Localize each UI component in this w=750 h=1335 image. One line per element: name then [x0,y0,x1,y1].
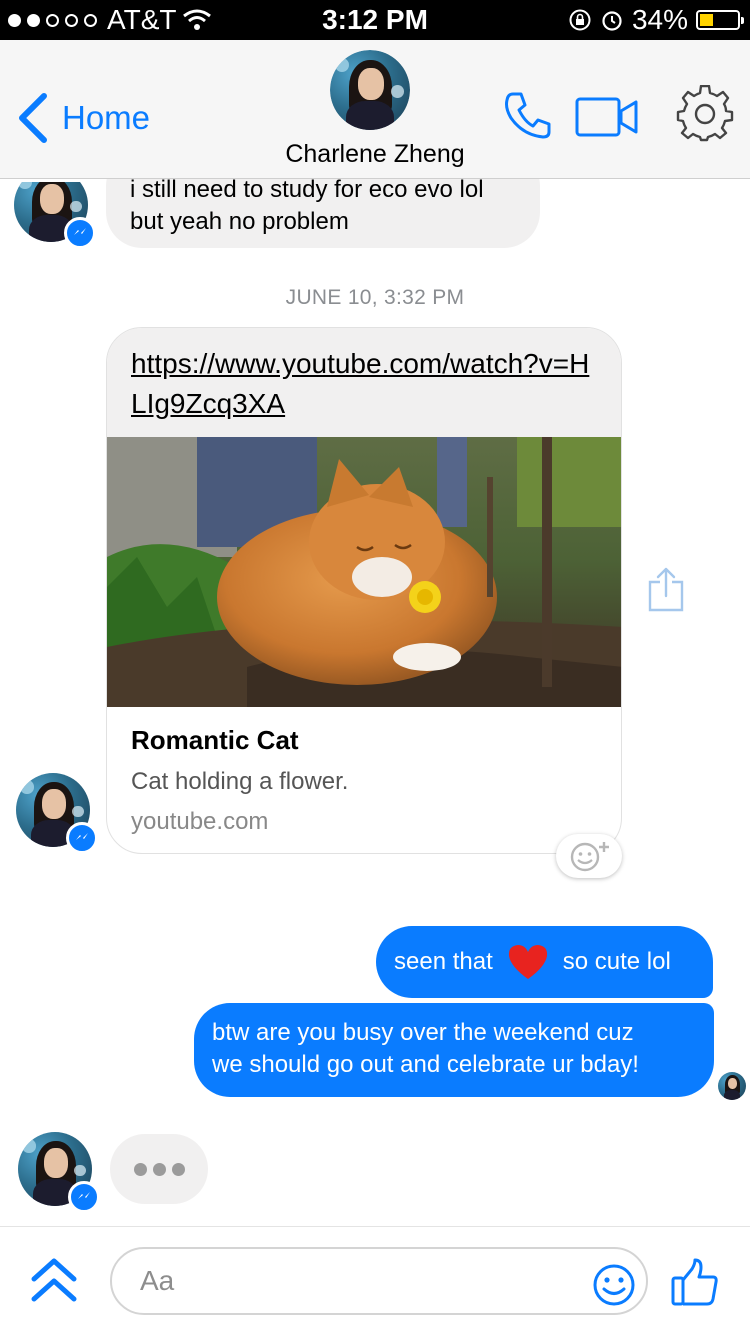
message-text: seen that [394,948,493,975]
link-thumbnail[interactable] [107,437,621,707]
emoji-icon[interactable] [592,1263,636,1307]
rotation-lock-icon [569,9,591,31]
smiley-plus-icon [570,842,609,872]
typing-dot [152,1162,166,1176]
link-description: Cat holding a flower. [131,768,349,795]
heart-icon [508,945,547,979]
like-icon[interactable] [670,1257,720,1307]
battery-icon [696,10,744,30]
outgoing-message-bubble[interactable]: btw are you busy over the weekend cuz we… [194,1003,714,1097]
typing-indicator [110,1134,208,1204]
link-domain: youtube.com [131,808,269,835]
link-preview-body: Romantic Cat Cat holding a flower. youtu… [107,707,621,853]
add-reaction-button[interactable] [556,834,622,878]
battery-percent: 34% [631,4,688,35]
contact-avatar[interactable] [330,50,410,130]
messenger-badge-icon [66,822,98,854]
link-url[interactable]: https://www.youtube.com/watch?v=HLIg9Zcq… [131,344,597,424]
expand-actions-icon[interactable] [30,1257,78,1303]
link-title: Romantic Cat [131,725,299,755]
back-button[interactable]: Home [14,92,150,144]
contact-name[interactable]: Charlene Zheng [0,140,750,169]
back-label: Home [62,99,151,136]
read-receipt-avatar [718,1072,746,1100]
outgoing-message-bubble[interactable]: seen that so cute lol [376,926,713,998]
messenger-badge-icon [64,217,96,249]
messenger-badge-icon [68,1181,100,1213]
message-line: but yeah no problem [130,208,349,235]
share-icon[interactable] [646,566,686,612]
message-text: so cute lol [562,948,671,975]
chevron-left-icon [19,93,47,143]
message-input[interactable]: Aa [110,1247,648,1315]
link-preview-card[interactable]: https://www.youtube.com/watch?v=HLIg9Zcq… [106,327,622,854]
message-timestamp: JUNE 10, 3:32 PM [285,286,465,309]
message-line: btw are you busy over the weekend cuz [212,1019,634,1046]
alarm-icon [602,11,622,31]
typing-dot [133,1162,147,1176]
video-icon[interactable] [575,97,639,137]
cat-image [107,437,621,707]
message-line: we should go out and celebrate ur bday! [212,1051,639,1078]
status-bar: AT&T 3:12 PM 34% [0,0,750,40]
link-url-area: https://www.youtube.com/watch?v=HLIg9Zcq… [107,328,621,437]
message-line: i still need to study for eco evo lol [130,176,484,203]
status-right: 34% [568,4,744,36]
phone-icon[interactable] [503,90,553,140]
message-composer: Aa [0,1226,750,1335]
gear-icon[interactable] [676,85,734,143]
typing-dot [171,1162,185,1176]
